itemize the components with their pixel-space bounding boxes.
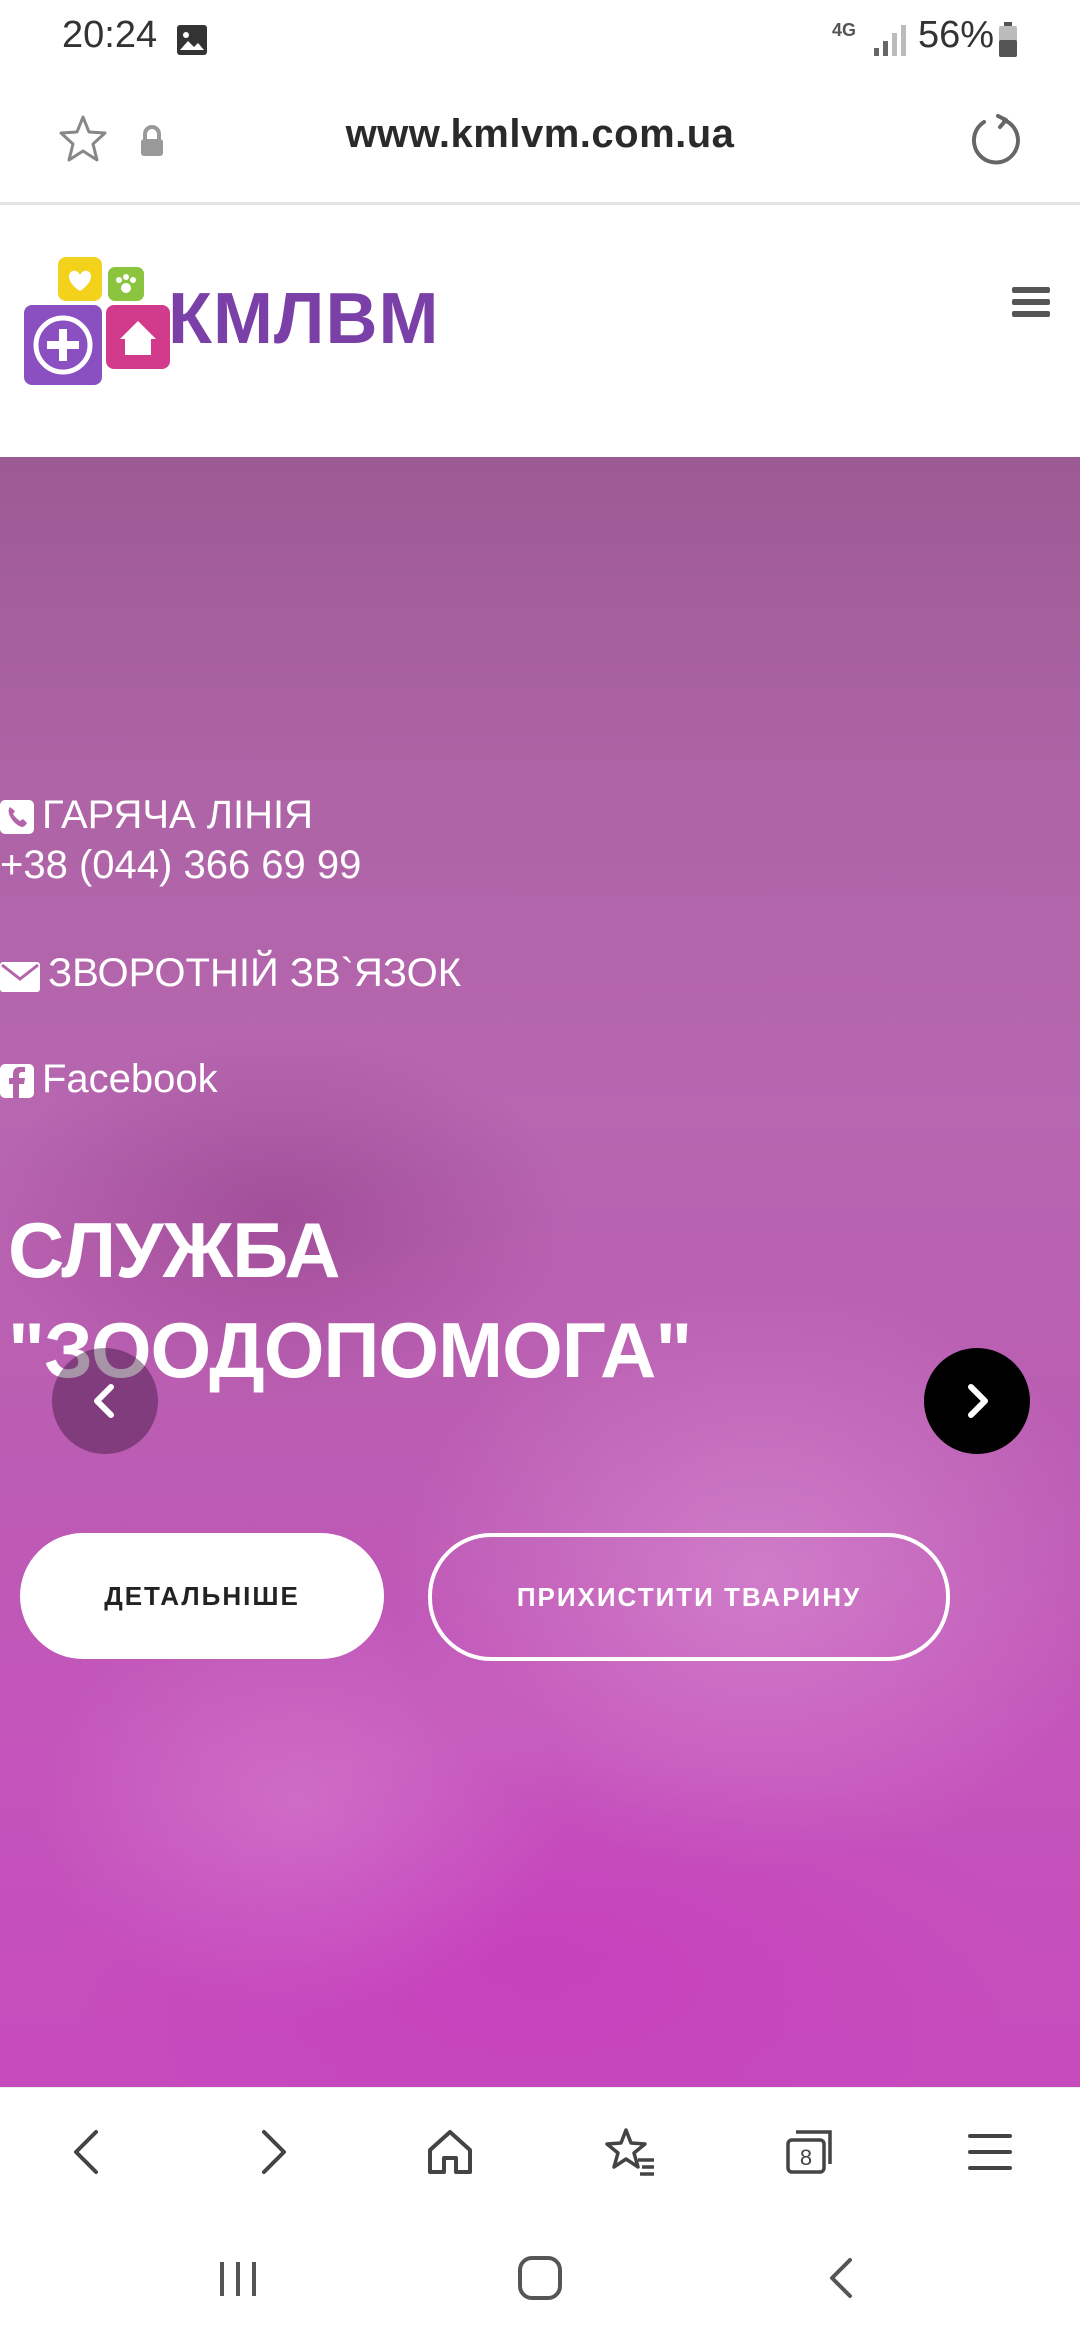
tabs-icon[interactable]: 8 bbox=[782, 2124, 838, 2180]
hotline-phone[interactable]: +38 (044) 366 69 99 bbox=[0, 840, 361, 890]
network-type: 4G bbox=[832, 20, 857, 40]
battery-icon bbox=[998, 22, 1018, 58]
feedback-link[interactable]: ЗВОРОТНІЙ ЗВ`ЯЗОК bbox=[0, 948, 461, 998]
forward-icon[interactable] bbox=[244, 2124, 300, 2180]
reload-icon[interactable] bbox=[968, 112, 1024, 168]
chevron-right-icon bbox=[968, 1384, 988, 1418]
feedback-label: ЗВОРОТНІЙ ЗВ`ЯЗОК bbox=[48, 951, 462, 995]
facebook-icon bbox=[0, 1064, 34, 1098]
signal-icon bbox=[872, 24, 908, 58]
slider-prev-button[interactable] bbox=[52, 1348, 158, 1454]
url-text[interactable]: www.kmlvm.com.ua bbox=[0, 112, 1080, 157]
home-button-icon[interactable] bbox=[514, 2252, 566, 2304]
hotline-link[interactable]: ГАРЯЧА ЛІНІЯ bbox=[0, 790, 313, 840]
logo-icon[interactable] bbox=[24, 255, 174, 395]
phone-icon bbox=[0, 800, 34, 834]
envelope-icon bbox=[0, 962, 40, 992]
tabs-count: 8 bbox=[800, 2145, 812, 2170]
chevron-left-icon bbox=[94, 1384, 114, 1418]
protect-animal-button[interactable]: ПРИХИСТИТИ ТВАРИНУ bbox=[428, 1533, 950, 1661]
hamburger-icon[interactable] bbox=[1012, 285, 1050, 319]
bookmarks-icon[interactable] bbox=[602, 2124, 658, 2180]
recents-icon[interactable] bbox=[212, 2252, 264, 2304]
menu-icon[interactable] bbox=[962, 2124, 1018, 2180]
status-time: 20:24 bbox=[62, 14, 158, 56]
slider-next-button[interactable] bbox=[924, 1348, 1030, 1454]
back-nav-icon[interactable] bbox=[816, 2252, 868, 2304]
facebook-link[interactable]: Facebook bbox=[0, 1054, 218, 1104]
battery-percentage: 56% bbox=[918, 14, 995, 56]
back-icon[interactable] bbox=[60, 2124, 116, 2180]
browser-toolbar bbox=[0, 2087, 1080, 2218]
hotline-label: ГАРЯЧА ЛІНІЯ bbox=[42, 793, 314, 837]
details-button[interactable]: ДЕТАЛЬНІШЕ bbox=[20, 1533, 384, 1659]
gallery-icon bbox=[176, 24, 208, 56]
hero-title-line1: СЛУЖБА bbox=[8, 1206, 341, 1294]
facebook-label: Facebook bbox=[42, 1057, 218, 1101]
home-icon[interactable] bbox=[422, 2124, 478, 2180]
site-logo-text[interactable]: КМЛВМ bbox=[168, 278, 439, 360]
